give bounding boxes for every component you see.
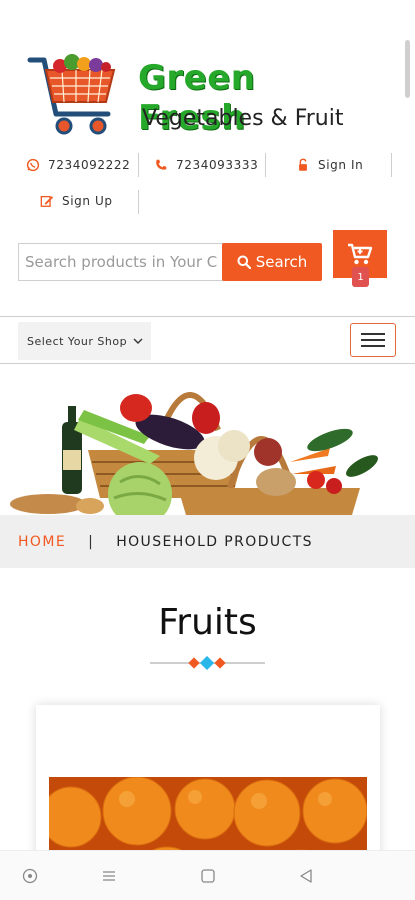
contact-divider [265,153,266,177]
breadcrumb: HOME | HOUSEHOLD PRODUCTS [0,515,415,568]
phone-contact[interactable]: 7234093333 [154,150,258,180]
shop-select-value: Select Your Shop [27,334,128,348]
page-scrollbar[interactable] [405,40,410,98]
search-button-label: Search [255,253,308,271]
phone-icon [156,159,167,170]
sign-in-label: Sign In [318,158,364,172]
title-divider [150,656,265,670]
breadcrumb-current: HOUSEHOLD PRODUCTS [116,533,313,550]
site-logo[interactable]: Green Fresh Vegetables & Fruit [26,52,366,142]
menu-toggle-button[interactable] [350,323,396,357]
search-icon [237,255,251,269]
home-icon[interactable] [200,868,216,884]
cart-logo-icon [27,54,116,135]
menu-icon-bar [361,339,385,341]
navbar: Select Your Shop [0,316,415,364]
recent-apps-icon[interactable] [101,868,117,884]
phone-number: 7234093333 [176,158,259,172]
chevron-down-icon [133,338,143,344]
menu-icon-bar [361,345,385,347]
contact-divider [138,153,139,177]
sign-in-link[interactable]: Sign In [296,150,363,180]
sign-up-label: Sign Up [62,194,113,208]
search-button[interactable]: Search [222,243,322,281]
sign-up-link[interactable]: Sign Up [40,186,113,216]
contact-divider [138,190,139,214]
whatsapp-number: 7234092222 [48,158,131,172]
back-icon[interactable] [298,868,314,884]
brand-subtitle: Vegetables & Fruit [142,106,344,131]
shop-select[interactable]: Select Your Shop [18,322,151,360]
whatsapp-icon [26,158,40,172]
whatsapp-contact[interactable]: 7234092222 [26,150,130,180]
system-nav-bar [0,850,415,900]
breadcrumb-separator: | [88,533,95,550]
assistant-icon[interactable] [22,868,38,884]
cart-count-badge: 1 [352,267,369,287]
hero-banner-image [0,370,415,515]
search-input[interactable] [18,243,223,281]
cart-icon [348,243,373,265]
menu-icon [361,333,385,335]
edit-icon [40,195,54,207]
section-title: Fruits [158,602,257,643]
contact-divider [391,153,392,177]
lock-icon [299,158,307,171]
breadcrumb-home-link[interactable]: HOME [18,534,66,550]
